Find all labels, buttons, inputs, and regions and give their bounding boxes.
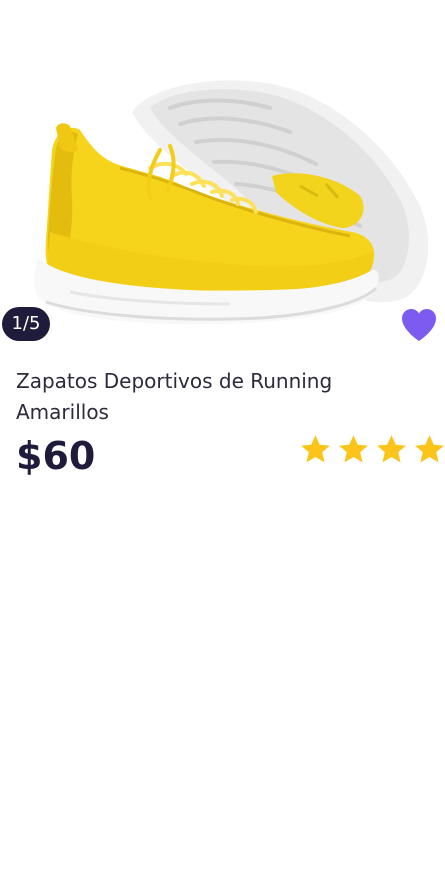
star-icon [339, 435, 368, 463]
star-rating [298, 432, 445, 468]
star-icon [415, 435, 444, 463]
product-title: Zapatos Deportivos de Running Amarillos [16, 369, 333, 424]
star-icon [301, 435, 330, 463]
product-image [34, 80, 429, 325]
product-price: $60 [16, 434, 96, 478]
image-counter-badge: 1/5 [2, 307, 50, 341]
product-image-gallery[interactable]: 1/5 [0, 0, 445, 345]
product-card: 1/5 Zapatos Deportivos de Running Amaril… [0, 0, 445, 879]
heart-icon [402, 309, 436, 341]
favorite-button[interactable] [399, 306, 439, 344]
star-icon [377, 435, 406, 463]
